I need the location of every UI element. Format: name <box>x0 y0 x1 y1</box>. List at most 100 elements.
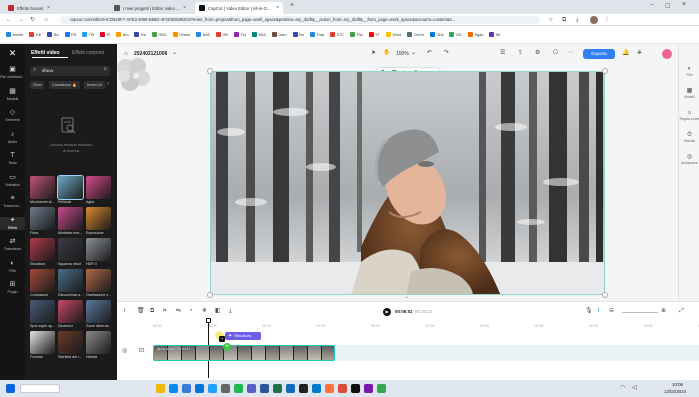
bookmark-item[interactable]: GE <box>27 32 43 37</box>
search-input[interactable]: ⌕ sfoca × <box>30 66 110 76</box>
zoom-out-icon[interactable]: ⊖ <box>609 308 614 315</box>
bookmark-item[interactable]: Fry <box>232 32 248 37</box>
chevron-down-icon[interactable]: ⌄ <box>172 50 177 57</box>
settings-icon[interactable] <box>221 384 230 393</box>
new-tab-button[interactable]: + <box>290 2 294 9</box>
export-button[interactable]: Esporta <box>583 49 615 59</box>
sidebar-item-transizioni[interactable]: ⇄ Transizioni <box>0 238 25 251</box>
effect-thumbnail[interactable] <box>58 331 83 354</box>
bookmark-item[interactable]: WIA <box>250 32 268 37</box>
bookmark-item[interactable]: GNoto <box>171 32 192 37</box>
profile-avatar[interactable] <box>590 16 598 24</box>
effect-clip[interactable]: ✦ Sfocatura <box>225 332 261 340</box>
bookmark-star-icon[interactable]: ☆ <box>548 16 553 24</box>
effect-thumbnail[interactable] <box>30 238 55 261</box>
add-transition-icon[interactable]: + <box>223 343 231 351</box>
chrome-icon[interactable] <box>338 384 347 393</box>
bookmark-item[interactable]: Pi <box>98 32 112 37</box>
sidebar-item-file-multimed[interactable]: ▣ File multimed... <box>0 66 25 79</box>
right-tool-filtri[interactable]: ◐ Filtri <box>679 66 699 77</box>
bookmark-item[interactable]: STC <box>328 32 346 37</box>
sidebar-item-plugin[interactable]: ⊞ Plugin <box>0 281 25 294</box>
effect-thumbnail[interactable] <box>58 269 83 292</box>
chevron-right-icon[interactable]: › <box>107 81 109 87</box>
effect-thumbnail[interactable] <box>58 207 83 230</box>
bookmark-item[interactable]: Drive <box>384 32 403 37</box>
effect-thumbnail[interactable] <box>86 269 111 292</box>
gift-icon[interactable]: ⎈ <box>637 50 642 57</box>
home-icon[interactable]: ⌂ <box>44 16 48 24</box>
effect-thumbnail[interactable] <box>86 176 111 199</box>
copy-icon[interactable]: ⧉ <box>150 308 154 315</box>
right-tool-velocit-[interactable]: ⏱ Velocità <box>679 132 699 143</box>
pointer-tool-icon[interactable]: ➤ <box>371 50 376 57</box>
collab-icon[interactable]: ⎔ <box>553 50 558 57</box>
bookmark-item[interactable]: OnOn <box>405 32 426 37</box>
crop-icon[interactable]: ⌗ <box>163 308 166 315</box>
bookmark-item[interactable]: Ra <box>291 32 306 37</box>
spotify-icon[interactable] <box>234 384 243 393</box>
bookmark-item[interactable]: Ra <box>45 32 60 37</box>
bookmark-item[interactable]: Sit <box>487 32 502 37</box>
download-icon[interactable]: ⤓ <box>229 308 232 315</box>
fit-icon[interactable]: ⤢ <box>679 308 684 315</box>
redo-icon[interactable]: ↷ <box>444 50 449 57</box>
tab-capcut[interactable]: CapCut | Video Editor | All-in-O... × <box>195 2 283 14</box>
effect-thumbnail[interactable] <box>30 300 55 323</box>
bookmark-item[interactable]: TW <box>80 32 96 37</box>
edge-icon[interactable] <box>169 384 178 393</box>
right-tool-animazione[interactable]: ◎ Animazione <box>679 154 699 165</box>
volume-icon[interactable]: ◁ <box>632 384 637 391</box>
playhead-handle[interactable] <box>206 318 211 323</box>
downloads-icon[interactable]: ⤓ <box>576 16 579 24</box>
bookmark-item[interactable]: Trad <box>308 32 326 37</box>
bookmark-item[interactable]: GD <box>447 32 463 37</box>
bookmark-item[interactable]: Am <box>114 32 130 37</box>
right-tool-regola-colore[interactable]: ☼ Regola colore <box>679 110 699 121</box>
user-avatar[interactable] <box>662 49 672 59</box>
bookmark-item[interactable]: GRC <box>150 32 169 37</box>
sidebar-item-elementi[interactable]: ◇ Elementi <box>0 109 25 122</box>
add-effect-icon[interactable]: + <box>219 336 225 342</box>
clear-search-icon[interactable]: × <box>103 67 107 73</box>
back-arrow-icon[interactable]: ← <box>6 16 12 24</box>
close-icon[interactable]: × <box>47 5 50 11</box>
sidebar-item-audio[interactable]: ♪ Audio <box>0 131 25 144</box>
url-field[interactable]: capcut.com/editor/ACD820F7-AFE3-4099-B86… <box>60 16 540 24</box>
extensions-icon[interactable]: ⧉ <box>562 16 566 24</box>
sidebar-item-effetti[interactable]: ✦ Effetti <box>0 216 25 230</box>
excel-icon[interactable] <box>273 384 282 393</box>
resize-handle-bottom-left[interactable] <box>207 292 213 298</box>
mask-icon[interactable]: ◧ <box>215 308 221 315</box>
windows-start-icon[interactable] <box>6 384 15 393</box>
right-tool-modelli[interactable]: ▦ Modelli <box>679 88 699 99</box>
effect-thumbnail[interactable] <box>86 238 111 261</box>
hand-tool-icon[interactable]: ✋ <box>383 50 390 57</box>
more-icon[interactable]: ⋯ <box>567 50 573 57</box>
zoom-in-icon[interactable]: ⊕ <box>661 308 666 315</box>
bookmark-item[interactable]: GN <box>214 32 230 37</box>
photos-icon[interactable] <box>208 384 217 393</box>
sidebar-item-modelli[interactable]: ▦ Modelli <box>0 88 25 101</box>
effect-thumbnail[interactable] <box>86 331 111 354</box>
effect-thumbnail[interactable] <box>30 176 55 199</box>
vscode-icon[interactable] <box>312 384 321 393</box>
resize-handle-top-right[interactable] <box>602 68 608 74</box>
forward-arrow-icon[interactable]: → <box>18 16 24 24</box>
chip-sfoci[interactable]: Sfoci <box>30 81 45 89</box>
track-visibility-icon[interactable]: ◎ <box>122 348 127 355</box>
tab-miei-progetti[interactable]: I miei progetti | Editor video ... × <box>110 2 190 14</box>
effect-thumbnail[interactable] <box>86 300 111 323</box>
sidebar-item-sottotitoli[interactable]: ▭ Sottotitoli <box>0 174 25 187</box>
reload-icon[interactable]: ↻ <box>30 16 35 24</box>
bookmark-item[interactable]: Outl <box>428 32 445 37</box>
bookmark-item[interactable]: Tigas <box>466 32 486 37</box>
wifi-icon[interactable]: ◠ <box>620 384 625 391</box>
firefox-icon[interactable] <box>325 384 334 393</box>
sidebar-item-trascrizio[interactable]: ≡ Trascrizio... <box>0 195 25 208</box>
bookmark-item[interactable]: AdS <box>194 32 212 37</box>
undo-icon[interactable]: ↶ <box>427 50 432 57</box>
search-icon[interactable] <box>20 384 60 393</box>
browser-menu-icon[interactable]: ⋮ <box>604 16 610 24</box>
minimize-icon[interactable]: – <box>650 2 653 8</box>
